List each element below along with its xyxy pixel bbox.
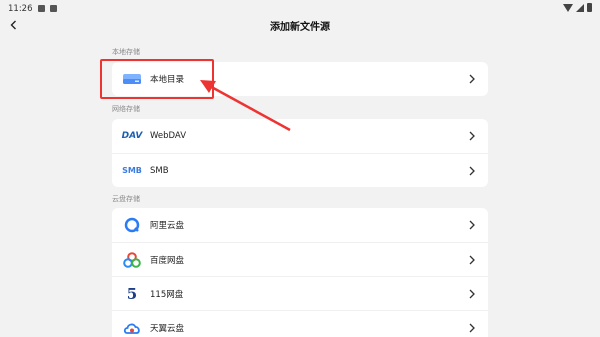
- aliyun-drive-icon: [122, 215, 142, 235]
- chevron-right-icon: [469, 255, 475, 265]
- gallery-notification-icon: [37, 5, 45, 12]
- dav-icon: DAV: [121, 131, 143, 141]
- chevron-right-icon: [469, 131, 475, 141]
- item-label: 百度网盘: [150, 255, 185, 266]
- tianyi-cloud-icon: [122, 318, 142, 337]
- smb-icon: SMB: [122, 166, 142, 175]
- chevron-right-icon: [469, 166, 475, 176]
- signal-icon: [576, 3, 584, 12]
- chevron-right-icon: [469, 220, 475, 230]
- item-label: 天翼云盘: [150, 323, 185, 334]
- list-item-tianyi-cloud[interactable]: 天翼云盘: [112, 310, 488, 337]
- item-label: SMB: [150, 165, 169, 176]
- local-drive-icon: [122, 69, 142, 89]
- baidu-netdisk-icon: [122, 250, 142, 270]
- section-label-network: 网络存储: [112, 105, 140, 113]
- item-label: 115网盘: [150, 289, 184, 300]
- app-bar: 添加新文件源: [0, 14, 600, 38]
- page-title: 添加新文件源: [270, 22, 330, 33]
- list-item-115-drive[interactable]: 5 115网盘: [112, 276, 488, 310]
- chevron-right-icon: [469, 74, 475, 84]
- 115-drive-icon: 5: [126, 284, 138, 303]
- card-network-storage: DAV WebDAV SMB SMB: [112, 119, 488, 187]
- section-label-cloud: 云盘存储: [112, 195, 140, 203]
- app-notification-icon: [49, 5, 57, 12]
- list-item-smb[interactable]: SMB SMB: [112, 153, 488, 187]
- status-time: 11:26: [8, 3, 33, 14]
- battery-icon: [587, 3, 592, 12]
- status-bar: 11:26: [0, 0, 600, 14]
- item-label: 阿里云盘: [150, 221, 185, 231]
- list-item-aliyun-drive[interactable]: 阿里云盘: [112, 208, 488, 242]
- item-label: 本地目录: [150, 75, 185, 85]
- list-item-local-directory[interactable]: 本地目录: [112, 62, 488, 96]
- card-local-storage: 本地目录: [112, 62, 488, 96]
- chevron-right-icon: [469, 289, 475, 299]
- section-label-local: 本地存储: [112, 48, 140, 56]
- card-cloud-storage: 阿里云盘 百度网盘 5 115网盘 天翼云盘: [112, 208, 488, 337]
- list-item-webdav[interactable]: DAV WebDAV: [112, 119, 488, 153]
- wifi-icon: [563, 3, 573, 12]
- list-item-baidu-netdisk[interactable]: 百度网盘: [112, 242, 488, 276]
- chevron-right-icon: [469, 323, 475, 333]
- item-label: WebDAV: [150, 131, 187, 141]
